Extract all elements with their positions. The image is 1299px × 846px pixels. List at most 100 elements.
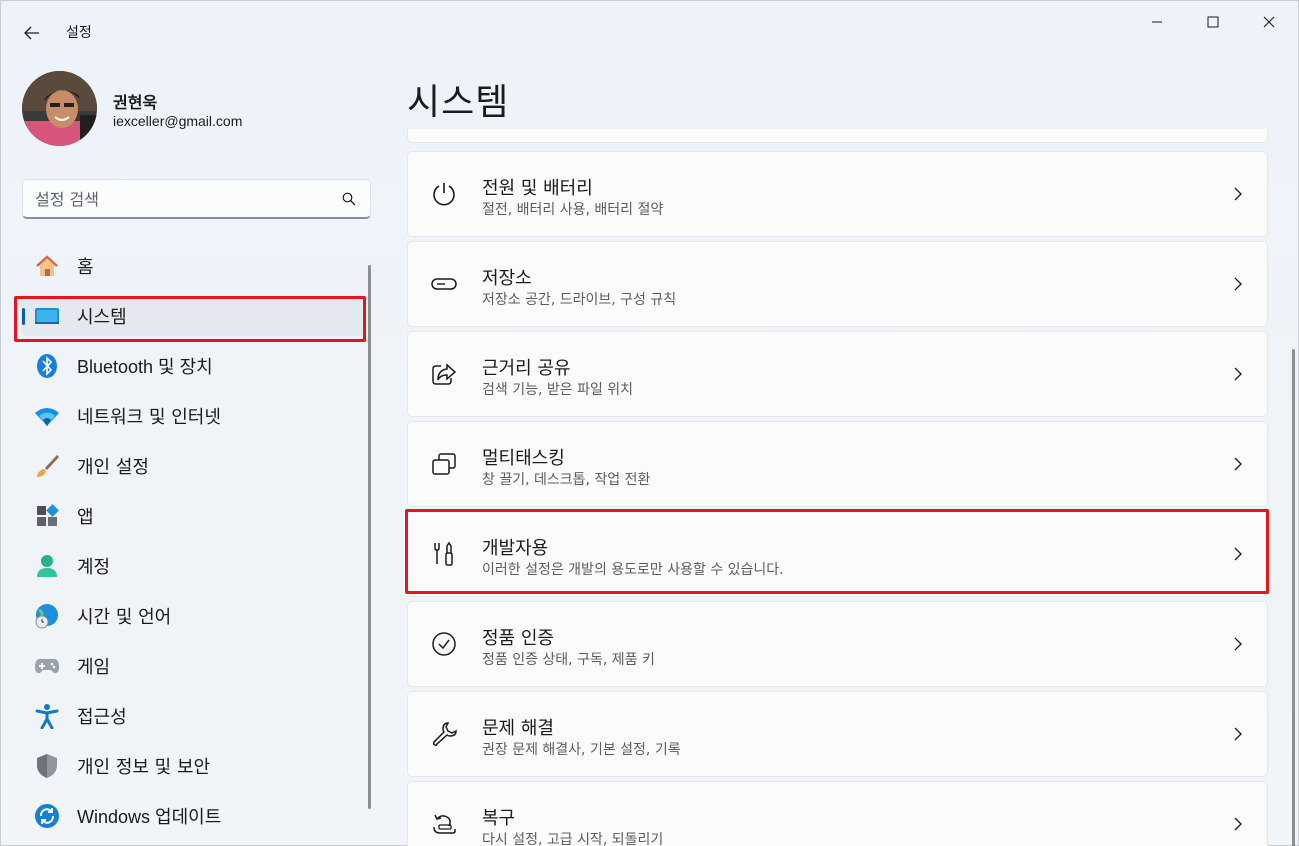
sidebar-item-label: 계정: [77, 557, 111, 578]
apps-icon: [34, 503, 60, 529]
sidebar-item-personalization[interactable]: 개인 설정: [21, 446, 365, 486]
card-title: 개발자용: [482, 538, 549, 559]
maximize-button[interactable]: [1190, 7, 1236, 37]
sidebar-item-label: Bluetooth 및 장치: [77, 357, 213, 377]
close-button[interactable]: [1246, 7, 1292, 37]
power-icon: [430, 180, 458, 208]
recovery-icon: [430, 810, 458, 838]
card-description: 다시 설정, 고급 시작, 되돌리기: [482, 832, 664, 846]
card-activation[interactable]: 정품 인증 정품 인증 상태, 구독, 제품 키: [407, 601, 1268, 687]
back-arrow-icon: [24, 26, 39, 40]
card-power-battery[interactable]: 전원 및 배터리 절전, 배터리 사용, 배터리 절약: [407, 151, 1268, 237]
chevron-right-icon: [1231, 544, 1245, 564]
card-description: 저장소 공간, 드라이브, 구성 규칙: [482, 292, 677, 308]
chevron-right-icon: [1231, 184, 1245, 204]
card-troubleshoot[interactable]: 문제 해결 권장 문제 해결사, 기본 설정, 기록: [407, 691, 1268, 777]
share-icon: [430, 360, 458, 388]
chevron-right-icon: [1231, 724, 1245, 744]
selection-indicator: [22, 308, 25, 325]
account-icon: [34, 553, 60, 579]
minimize-button[interactable]: [1134, 7, 1180, 37]
search-input[interactable]: [35, 188, 335, 210]
card-title: 근거리 공유: [482, 358, 571, 379]
sidebar-item-label: 개인 설정: [77, 457, 149, 478]
multitask-icon: [430, 450, 458, 478]
sidebar-item-label: 홈: [77, 257, 94, 278]
card-partial: [407, 129, 1268, 143]
storage-icon: [430, 270, 458, 298]
activation-check-icon: [430, 630, 458, 658]
main-scrollbar[interactable]: [1292, 349, 1295, 846]
maximize-icon: [1207, 16, 1219, 28]
card-title: 멀티태스킹: [482, 448, 565, 469]
user-name: 권현욱: [113, 93, 158, 112]
card-storage[interactable]: 저장소 저장소 공간, 드라이브, 구성 규칙: [407, 241, 1268, 327]
close-icon: [1263, 16, 1275, 28]
sidebar-item-label: 네트워크 및 인터넷: [77, 407, 221, 428]
sidebar-item-label: Windows 업데이트: [77, 807, 222, 827]
card-description: 정품 인증 상태, 구독, 제품 키: [482, 652, 655, 668]
sidebar-item-label: 게임: [77, 657, 111, 678]
sidebar-item-gaming[interactable]: 게임: [21, 646, 365, 686]
sidebar-item-label: 개인 정보 및 보안: [77, 757, 211, 778]
settings-window: 설정 권현욱 iexceller@gmail.com 설정 검색 홈 시스템 B…: [0, 0, 1299, 846]
card-description: 절전, 배터리 사용, 배터리 절약: [482, 202, 664, 218]
sidebar-item-label: 시간 및 언어: [77, 607, 172, 628]
user-email: iexceller@gmail.com: [113, 113, 243, 129]
card-description: 권장 문제 해결사, 기본 설정, 기록: [482, 742, 681, 758]
wrench-icon: [430, 720, 458, 748]
card-title: 정품 인증: [482, 628, 554, 649]
sidebar-item-apps[interactable]: 앱: [21, 496, 365, 536]
page-title: 시스템: [407, 82, 510, 123]
chevron-right-icon: [1231, 274, 1245, 294]
sidebar-item-bluetooth[interactable]: Bluetooth 및 장치: [21, 346, 365, 386]
sidebar-item-windows-update[interactable]: Windows 업데이트: [21, 796, 365, 836]
chevron-right-icon: [1231, 634, 1245, 654]
chevron-right-icon: [1231, 364, 1245, 384]
sidebar-item-label: 시스템: [77, 307, 127, 328]
app-title: 설정: [66, 25, 92, 41]
search-box[interactable]: [22, 179, 371, 219]
card-description: 이러한 설정은 개발의 용도로만 사용할 수 있습니다.: [482, 562, 784, 578]
card-nearby-sharing[interactable]: 근거리 공유 검색 기능, 받은 파일 위치: [407, 331, 1268, 417]
update-icon: [34, 803, 60, 829]
card-description: 창 끌기, 데스크톱, 작업 전환: [482, 472, 651, 488]
accessibility-icon: [34, 703, 60, 729]
chevron-right-icon: [1231, 454, 1245, 474]
card-title: 복구: [482, 808, 516, 829]
card-description: 검색 기능, 받은 파일 위치: [482, 382, 634, 398]
sidebar-item-label: 앱: [77, 507, 94, 528]
chevron-right-icon: [1231, 814, 1245, 834]
home-icon: [34, 253, 60, 279]
card-recovery[interactable]: 복구 다시 설정, 고급 시작, 되돌리기: [407, 781, 1268, 846]
back-button[interactable]: [15, 17, 49, 49]
card-title: 저장소: [482, 268, 532, 289]
sidebar-item-accessibility[interactable]: 접근성: [21, 696, 365, 736]
sidebar-scrollbar[interactable]: [368, 265, 371, 809]
card-multitasking[interactable]: 멀티태스킹 창 끌기, 데스크톱, 작업 전환: [407, 421, 1268, 507]
sidebar-nav: 홈 시스템 Bluetooth 및 장치 네트워크 및 인터넷 개인 설정 앱 …: [21, 246, 365, 846]
settings-card-list: 전원 및 배터리 절전, 배터리 사용, 배터리 절약 저장소 저장소 공간, …: [407, 129, 1268, 846]
avatar[interactable]: [22, 71, 97, 146]
sidebar-item-accounts[interactable]: 계정: [21, 546, 365, 586]
globe-clock-icon: [34, 603, 60, 629]
wifi-icon: [34, 403, 60, 429]
title-bar: 설정: [1, 1, 1298, 49]
minimize-icon: [1152, 21, 1162, 23]
sidebar-item-time-language[interactable]: 시간 및 언어: [21, 596, 365, 636]
sidebar-item-system[interactable]: 시스템: [21, 296, 365, 336]
card-title: 문제 해결: [482, 718, 554, 739]
system-icon: [34, 303, 60, 329]
brush-icon: [34, 453, 60, 479]
card-for-developers[interactable]: 개발자용 이러한 설정은 개발의 용도로만 사용할 수 있습니다.: [407, 511, 1268, 597]
card-title: 전원 및 배터리: [482, 178, 593, 199]
bluetooth-icon: [34, 353, 60, 379]
search-icon[interactable]: [342, 192, 356, 206]
sidebar-item-network[interactable]: 네트워크 및 인터넷: [21, 396, 365, 436]
sidebar-item-home[interactable]: 홈: [21, 246, 365, 286]
developer-tools-icon: [430, 540, 458, 568]
shield-icon: [34, 753, 60, 779]
sidebar-item-label: 접근성: [77, 707, 127, 728]
gamepad-icon: [34, 653, 60, 679]
sidebar-item-privacy-security[interactable]: 개인 정보 및 보안: [21, 746, 365, 786]
